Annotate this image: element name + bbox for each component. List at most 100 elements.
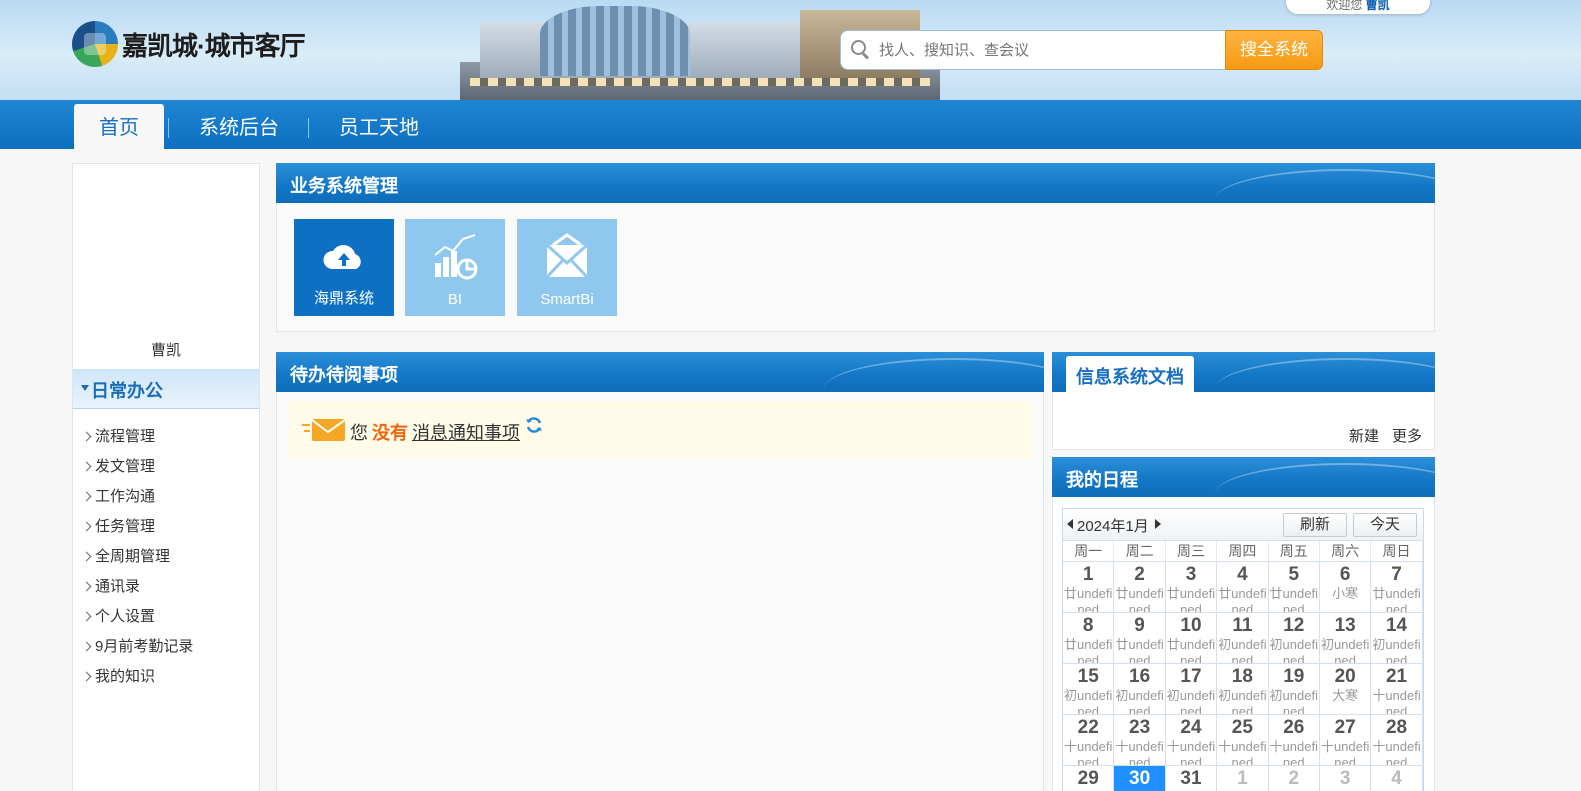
calendar-day[interactable]: 22 十undefined — [1063, 715, 1115, 766]
calendar-day-number: 26 — [1283, 717, 1305, 738]
calendar-day[interactable]: 24 十undefined — [1165, 715, 1218, 766]
sidebar-item-tasks[interactable]: 任务管理 — [73, 512, 259, 542]
system-tile-bi[interactable]: BI — [405, 219, 505, 316]
logo[interactable]: 嘉凯城·城市客厅 — [72, 20, 306, 68]
calendar-day-number: 20 — [1334, 666, 1356, 687]
calendar-day-number: 22 — [1077, 717, 1099, 738]
sidebar-item-communication[interactable]: 工作沟通 — [73, 482, 259, 512]
sidebar-item-lifecycle[interactable]: 全周期管理 — [73, 542, 259, 572]
search-all-button[interactable]: 搜全系统 — [1225, 30, 1323, 70]
calendar-day[interactable]: 13 初undefined — [1319, 613, 1372, 664]
calendar-day[interactable]: 31 — [1166, 766, 1218, 791]
calendar-day-number: 5 — [1288, 564, 1300, 585]
search-input[interactable] — [879, 41, 1219, 59]
calendar-day[interactable]: 29 — [1063, 766, 1115, 791]
sidebar-item-attendance[interactable]: 9月前考勤记录 — [73, 632, 259, 662]
calendar-day[interactable]: 2 廿undefined — [1114, 562, 1166, 613]
calendar-refresh-button[interactable]: 刷新 — [1283, 513, 1347, 537]
calendar-day[interactable]: 1 廿undefined — [1063, 562, 1115, 613]
docs-tab[interactable]: 信息系统文档 — [1066, 356, 1194, 396]
weekday-header: 周五 — [1269, 541, 1320, 561]
calendar-day[interactable]: 1 — [1217, 766, 1269, 791]
calendar-day[interactable]: 9 廿undefined — [1114, 613, 1166, 664]
logo-text: 嘉凯城·城市客厅 — [122, 30, 306, 61]
calendar-day-number: 16 — [1129, 666, 1151, 687]
search-icon — [851, 40, 871, 60]
system-tile-label: SmartBi — [540, 291, 594, 308]
calendar-day[interactable]: 7 廿undefined — [1371, 562, 1423, 613]
weekday-header: 周二 — [1114, 541, 1166, 561]
caret-down-icon — [81, 385, 89, 391]
calendar-day[interactable]: 4 — [1371, 766, 1423, 791]
nav-staff-zone[interactable]: 员工天地 — [328, 104, 430, 149]
weekday-header: 周一 — [1063, 541, 1115, 561]
calendar-day[interactable]: 18 初undefined — [1217, 664, 1269, 715]
calendar-day[interactable]: 11 初undefined — [1217, 613, 1269, 664]
calendar-day[interactable]: 15 初undefined — [1063, 664, 1115, 715]
todo-notifications-link[interactable]: 消息通知事项 — [412, 423, 520, 443]
calendar-day[interactable]: 16 初undefined — [1114, 664, 1166, 715]
sidebar-item-personal-settings[interactable]: 个人设置 — [73, 602, 259, 632]
calendar-day-number: 3 — [1185, 564, 1197, 585]
calendar-day-number: 19 — [1283, 666, 1305, 687]
calendar-day[interactable]: 8 廿undefined — [1063, 613, 1115, 664]
docs-new-link[interactable]: 新建 — [1349, 425, 1379, 446]
calendar-day[interactable]: 4 廿undefined — [1217, 562, 1269, 613]
nav-home[interactable]: 首页 — [74, 104, 164, 149]
refresh-icon[interactable] — [524, 415, 544, 435]
calendar-lunar-label: 初undefined — [1372, 637, 1421, 664]
next-month-icon[interactable] — [1155, 519, 1161, 529]
calendar-day-number: 29 — [1077, 768, 1099, 789]
sidebar-section-daily-office[interactable]: 日常办公 — [73, 369, 259, 409]
calendar-day[interactable]: 27 十undefined — [1319, 715, 1372, 766]
chart-icon — [434, 234, 478, 280]
calendar-day[interactable]: 25 十undefined — [1217, 715, 1269, 766]
calendar-day-number: 3 — [1339, 768, 1351, 789]
weekday-header: 周六 — [1320, 541, 1372, 561]
welcome-user-tab[interactable]: 欢迎您 曹凯 — [1286, 0, 1430, 14]
calendar-day[interactable]: 2 — [1269, 766, 1320, 791]
calendar-day[interactable]: 3 廿undefined — [1165, 562, 1218, 613]
calendar-day[interactable]: 26 十undefined — [1268, 715, 1320, 766]
system-tile-smartbi[interactable]: SmartBi — [517, 219, 617, 316]
cloud-upload-icon — [323, 245, 361, 269]
calendar-lunar-label: 廿undefined — [1063, 586, 1113, 613]
calendar-day-number: 2 — [1288, 768, 1300, 789]
sidebar-item-knowledge[interactable]: 我的知识 — [73, 662, 259, 692]
sidebar-item-documents[interactable]: 发文管理 — [73, 452, 259, 482]
calendar-day[interactable]: 19 初undefined — [1268, 664, 1320, 715]
calendar-day[interactable]: 28 十undefined — [1371, 715, 1423, 766]
calendar-day[interactable]: 3 — [1320, 766, 1372, 791]
sidebar-section-title: 日常办公 — [91, 381, 163, 401]
system-tile-haiding[interactable]: 海鼎系统 — [294, 219, 394, 316]
main-nav: 首页 系统后台 员工天地 — [0, 100, 1581, 149]
nav-system-backend[interactable]: 系统后台 — [188, 104, 290, 149]
business-panel-body: 海鼎系统 BI SmartBi — [276, 203, 1435, 332]
welcome-user-name: 曹凯 — [1365, 0, 1390, 12]
sidebar-item-workflow[interactable]: 流程管理 — [73, 422, 259, 452]
calendar-day[interactable]: 6 小寒 — [1319, 562, 1372, 613]
calendar-lunar-label: 十undefined — [1269, 739, 1318, 766]
calendar-day[interactable]: 14 初undefined — [1371, 613, 1423, 664]
calendar-lunar-label: 廿undefined — [1166, 637, 1216, 664]
calendar-day[interactable]: 21 十undefined — [1371, 664, 1423, 715]
logo-mark-icon — [72, 21, 118, 67]
calendar-day-number: 12 — [1283, 615, 1305, 636]
docs-more-link[interactable]: 更多 — [1392, 425, 1422, 446]
calendar-day[interactable]: 10 廿undefined — [1165, 613, 1218, 664]
sidebar-item-contacts[interactable]: 通讯录 — [73, 572, 259, 602]
calendar-day-number: 28 — [1385, 717, 1408, 738]
calendar-day[interactable]: 5 廿undefined — [1268, 562, 1320, 613]
calendar-day[interactable]: 17 初undefined — [1165, 664, 1218, 715]
prev-month-icon[interactable] — [1067, 519, 1073, 529]
calendar-day[interactable]: 12 初undefined — [1268, 613, 1320, 664]
calendar-day-today[interactable]: 30 — [1114, 766, 1166, 791]
calendar-lunar-label: 小寒 — [1332, 586, 1359, 601]
calendar-today-button[interactable]: 今天 — [1353, 513, 1417, 537]
calendar-day-number: 2 — [1134, 564, 1145, 585]
calendar-day[interactable]: 23 十undefined — [1114, 715, 1166, 766]
system-tile-label: 海鼎系统 — [313, 290, 374, 307]
calendar-day[interactable]: 20 大寒 — [1319, 664, 1372, 715]
calendar-week-row: 22 十undefined 23 十undefined 24 十undefined 25 十u… — [1063, 715, 1423, 766]
nav-divider — [168, 118, 169, 138]
